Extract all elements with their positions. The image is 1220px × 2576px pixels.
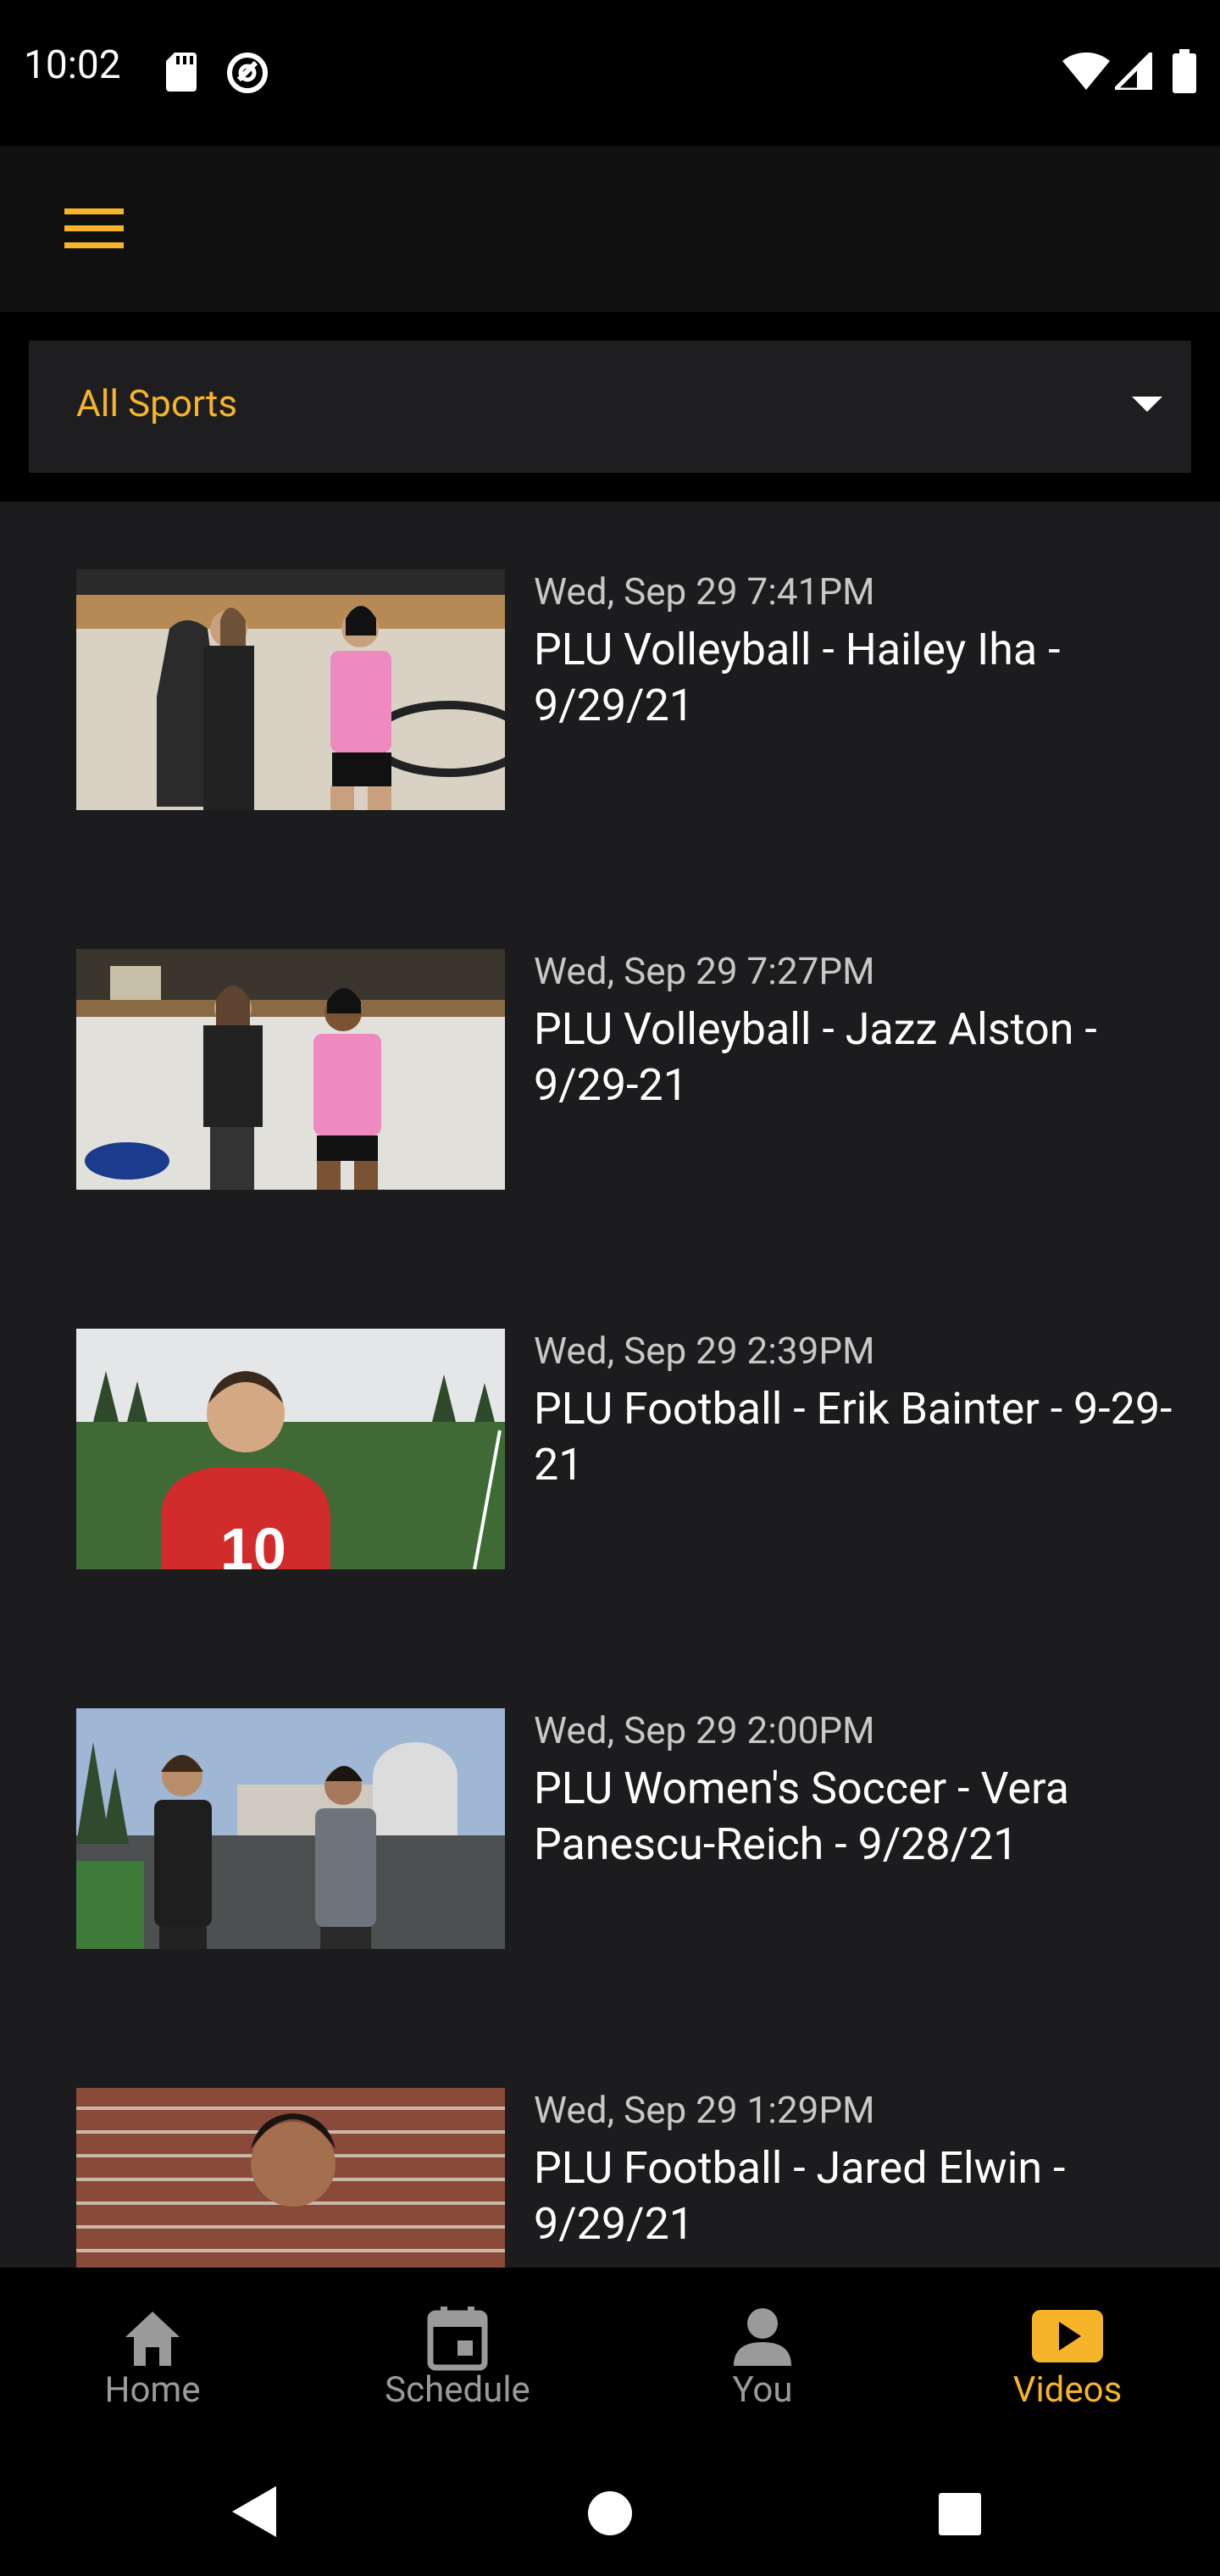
video-play-icon <box>1032 2301 1103 2373</box>
video-list: Wed, Sep 29 7:41PM PLU Volleyball - Hail… <box>0 502 1220 2268</box>
home-icon <box>117 2301 188 2373</box>
video-date: Wed, Sep 29 7:41PM <box>534 569 875 613</box>
nav-item-you[interactable]: You <box>610 2268 915 2456</box>
calendar-icon <box>422 2301 493 2373</box>
svg-text:10: 10 <box>220 1516 286 1569</box>
battery-icon <box>1173 49 1196 97</box>
video-item[interactable]: Wed, Sep 29 2:00PM PLU Women's Soccer - … <box>0 1641 1220 2020</box>
video-date: Wed, Sep 29 1:29PM <box>534 2088 875 2132</box>
video-title: PLU Football - Jared Elwin - 9/29/21 <box>534 2142 1066 2250</box>
video-title: PLU Volleyball - Hailey Iha - 9/29/21 <box>534 624 1061 731</box>
home-circle-icon[interactable] <box>588 2491 632 2539</box>
sport-filter-dropdown[interactable]: All Sports <box>29 341 1191 473</box>
video-date: Wed, Sep 29 7:27PM <box>534 949 875 993</box>
person-icon <box>727 2301 798 2373</box>
video-thumbnail <box>76 569 505 810</box>
back-icon[interactable] <box>232 2486 276 2540</box>
bottom-nav: Home Schedule You Videos <box>0 2268 1220 2456</box>
nav-item-videos[interactable]: Videos <box>915 2268 1220 2456</box>
video-title: PLU Women's Soccer - Vera Panescu-Reich … <box>534 1763 1069 1870</box>
cell-signal-icon <box>1109 47 1155 93</box>
video-title: PLU Football - Erik Bainter - 9-29-21 <box>534 1383 1173 1491</box>
video-date: Wed, Sep 29 2:39PM <box>534 1329 875 1373</box>
filter-area: All Sports <box>0 312 1220 502</box>
video-thumbnail <box>76 949 505 1190</box>
video-thumbnail <box>76 2088 505 2268</box>
dropdown-arrow-icon <box>1132 397 1162 412</box>
nav-item-home[interactable]: Home <box>0 2268 305 2456</box>
video-item[interactable]: Wed, Sep 29 1:29PM PLU Football - Jared … <box>0 2020 1220 2268</box>
video-item[interactable]: Wed, Sep 29 7:27PM PLU Volleyball - Jazz… <box>0 881 1220 1261</box>
wifi-icon <box>1062 52 1110 93</box>
recents-icon[interactable] <box>939 2493 981 2539</box>
sd-card-icon <box>166 53 197 95</box>
video-title: PLU Volleyball - Jazz Alston - 9/29-21 <box>534 1003 1097 1111</box>
video-thumbnail: 10 <box>76 1329 505 1569</box>
hamburger-menu-icon[interactable] <box>51 195 136 263</box>
system-nav-bar <box>0 2456 1220 2576</box>
video-thumbnail <box>76 1708 505 1949</box>
status-time: 10:02 <box>24 42 121 88</box>
nav-item-schedule[interactable]: Schedule <box>305 2268 610 2456</box>
nav-label: Schedule <box>385 2369 530 2411</box>
data-saver-icon <box>225 51 269 98</box>
video-item[interactable]: 10 Wed, Sep 29 2:39PM PLU Football - Eri… <box>0 1261 1220 1641</box>
video-date: Wed, Sep 29 2:00PM <box>534 1708 875 1752</box>
video-item[interactable]: Wed, Sep 29 7:41PM PLU Volleyball - Hail… <box>0 502 1220 881</box>
nav-label: Home <box>104 2369 201 2411</box>
sport-filter-value: All Sports <box>76 381 238 425</box>
nav-label: You <box>732 2369 793 2411</box>
nav-label: Videos <box>1012 2369 1123 2411</box>
app-bar <box>0 146 1220 312</box>
status-bar: 10:02 <box>0 0 1220 146</box>
